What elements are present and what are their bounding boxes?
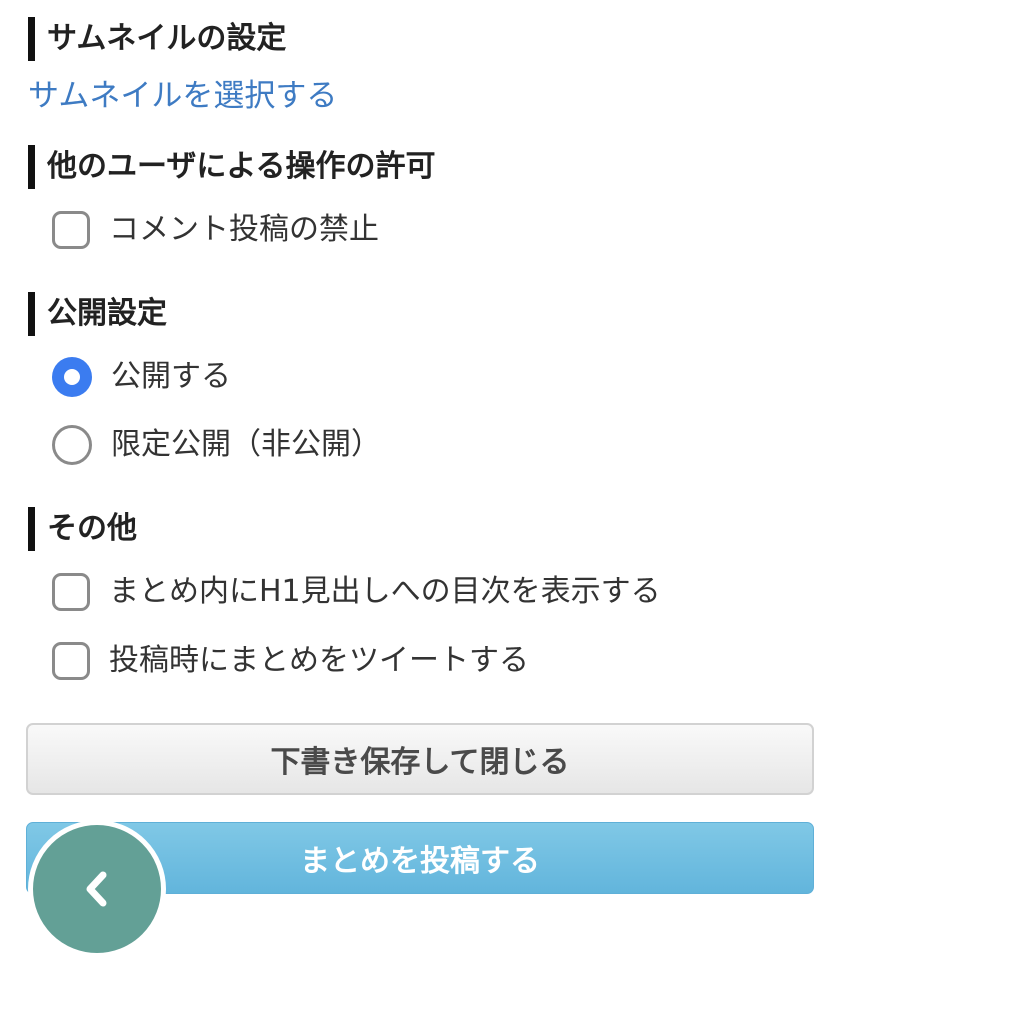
- tweet-on-post-checkbox[interactable]: [52, 642, 90, 680]
- visibility-public-label: 公開する: [111, 359, 231, 394]
- disable-comments-label: コメント投稿の禁止: [109, 212, 379, 247]
- radio-selected-dot: [64, 369, 80, 385]
- other-heading: その他: [28, 507, 137, 551]
- back-button[interactable]: [28, 820, 166, 958]
- visibility-heading: 公開設定: [28, 292, 167, 336]
- disable-comments-checkbox[interactable]: [52, 211, 90, 249]
- show-toc-label: まとめ内にH1見出しへの目次を表示する: [109, 574, 661, 609]
- show-toc-checkbox[interactable]: [52, 573, 90, 611]
- visibility-public-option[interactable]: 公開する: [52, 355, 231, 399]
- chevron-left-icon: [86, 871, 107, 907]
- thumbnail-settings-heading: サムネイルの設定: [28, 17, 286, 61]
- visibility-limited-radio[interactable]: [52, 425, 92, 465]
- disable-comments-option[interactable]: コメント投稿の禁止: [52, 208, 379, 252]
- visibility-limited-label: 限定公開（非公開）: [111, 427, 381, 462]
- select-thumbnail-link[interactable]: サムネイルを選択する: [28, 76, 337, 116]
- visibility-public-radio[interactable]: [52, 357, 92, 397]
- tweet-on-post-option[interactable]: 投稿時にまとめをツイートする: [52, 639, 529, 683]
- show-toc-option[interactable]: まとめ内にH1見出しへの目次を表示する: [52, 570, 661, 614]
- visibility-limited-option[interactable]: 限定公開（非公開）: [52, 423, 381, 467]
- permissions-heading: 他のユーザによる操作の許可: [28, 145, 436, 189]
- tweet-on-post-label: 投稿時にまとめをツイートする: [109, 643, 529, 678]
- save-draft-button[interactable]: 下書き保存して閉じる: [26, 723, 814, 795]
